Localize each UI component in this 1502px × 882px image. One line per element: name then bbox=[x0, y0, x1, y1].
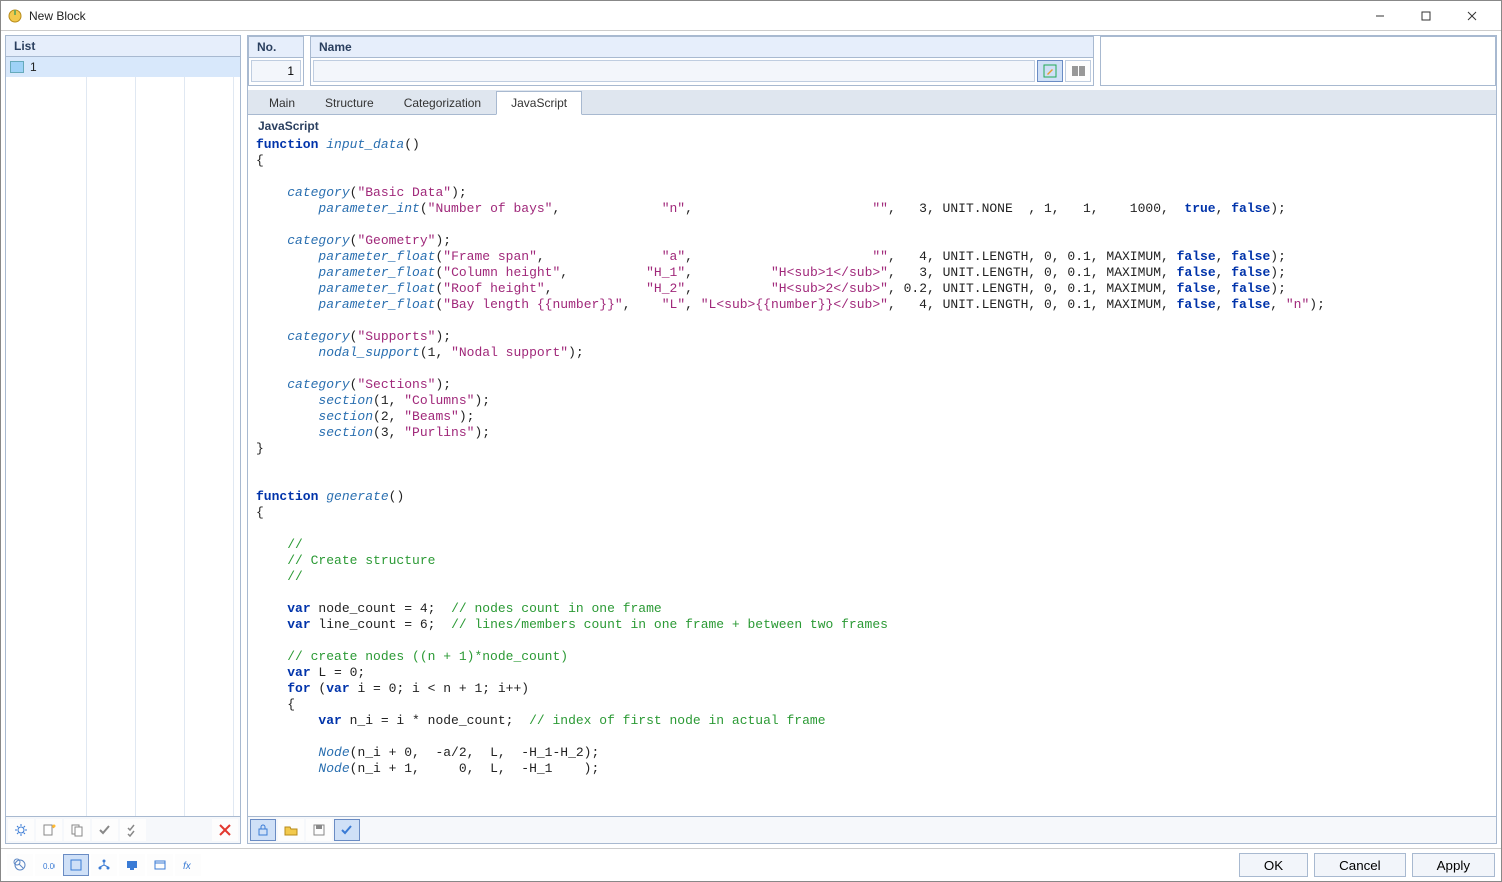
apply-button[interactable]: Apply bbox=[1412, 853, 1495, 877]
content-panel: No. Name Main Structure Categorization J… bbox=[247, 35, 1497, 844]
help-icon[interactable] bbox=[7, 854, 33, 876]
no-field-box: No. bbox=[248, 36, 304, 86]
app-icon bbox=[7, 8, 23, 24]
svg-text:fx: fx bbox=[183, 861, 192, 872]
view-icon[interactable] bbox=[63, 854, 89, 876]
svg-text:0.00: 0.00 bbox=[43, 862, 55, 871]
cancel-button[interactable]: Cancel bbox=[1314, 853, 1406, 877]
code-editor[interactable]: function input_data() { category("Basic … bbox=[248, 137, 1496, 816]
tab-structure[interactable]: Structure bbox=[310, 91, 389, 115]
minimize-button[interactable] bbox=[1357, 1, 1403, 31]
tab-main[interactable]: Main bbox=[254, 91, 310, 115]
list-item[interactable]: 1 bbox=[6, 57, 240, 77]
close-button[interactable] bbox=[1449, 1, 1495, 31]
titlebar: New Block bbox=[1, 1, 1501, 31]
barcode-icon[interactable] bbox=[1065, 60, 1091, 82]
tree-icon[interactable] bbox=[91, 854, 117, 876]
tab-javascript[interactable]: JavaScript bbox=[496, 91, 582, 115]
edit-icon[interactable] bbox=[1037, 60, 1063, 82]
check-icon[interactable] bbox=[92, 819, 118, 841]
tab-subheader: JavaScript bbox=[248, 115, 1496, 137]
open-icon[interactable] bbox=[278, 819, 304, 841]
name-field-box: Name bbox=[310, 36, 1094, 86]
new-icon[interactable] bbox=[36, 819, 62, 841]
delete-icon[interactable] bbox=[212, 819, 238, 841]
no-label: No. bbox=[249, 37, 303, 58]
units-icon[interactable]: 0.00 bbox=[35, 854, 61, 876]
preview-box bbox=[1100, 36, 1496, 86]
ok-button[interactable]: OK bbox=[1239, 853, 1308, 877]
lock-icon[interactable] bbox=[250, 819, 276, 841]
code-text: function input_data() { category("Basic … bbox=[256, 137, 1488, 777]
list-toolbar bbox=[6, 816, 240, 843]
function-icon[interactable]: fx bbox=[175, 854, 201, 876]
list-header: List bbox=[6, 36, 240, 57]
no-input[interactable] bbox=[251, 60, 301, 82]
tabbar: Main Structure Categorization JavaScript bbox=[248, 90, 1496, 115]
footer: 0.00 fx OK Cancel Apply bbox=[1, 848, 1501, 881]
window-title: New Block bbox=[29, 9, 86, 23]
name-input[interactable] bbox=[313, 60, 1035, 82]
validate-icon[interactable] bbox=[334, 819, 360, 841]
name-label: Name bbox=[311, 37, 1093, 58]
gear-icon[interactable] bbox=[8, 819, 34, 841]
tab-categorization[interactable]: Categorization bbox=[389, 91, 496, 115]
list-panel: List 1 bbox=[5, 35, 241, 844]
display-icon[interactable] bbox=[119, 854, 145, 876]
maximize-button[interactable] bbox=[1403, 1, 1449, 31]
code-toolbar bbox=[248, 816, 1496, 843]
copy-icon[interactable] bbox=[64, 819, 90, 841]
list-item-label: 1 bbox=[30, 60, 37, 74]
preview-area bbox=[1101, 37, 1495, 85]
folder-icon[interactable] bbox=[147, 854, 173, 876]
check-multi-icon[interactable] bbox=[120, 819, 146, 841]
save-icon[interactable] bbox=[306, 819, 332, 841]
color-chip bbox=[10, 61, 24, 73]
list-body[interactable]: 1 bbox=[6, 57, 240, 816]
